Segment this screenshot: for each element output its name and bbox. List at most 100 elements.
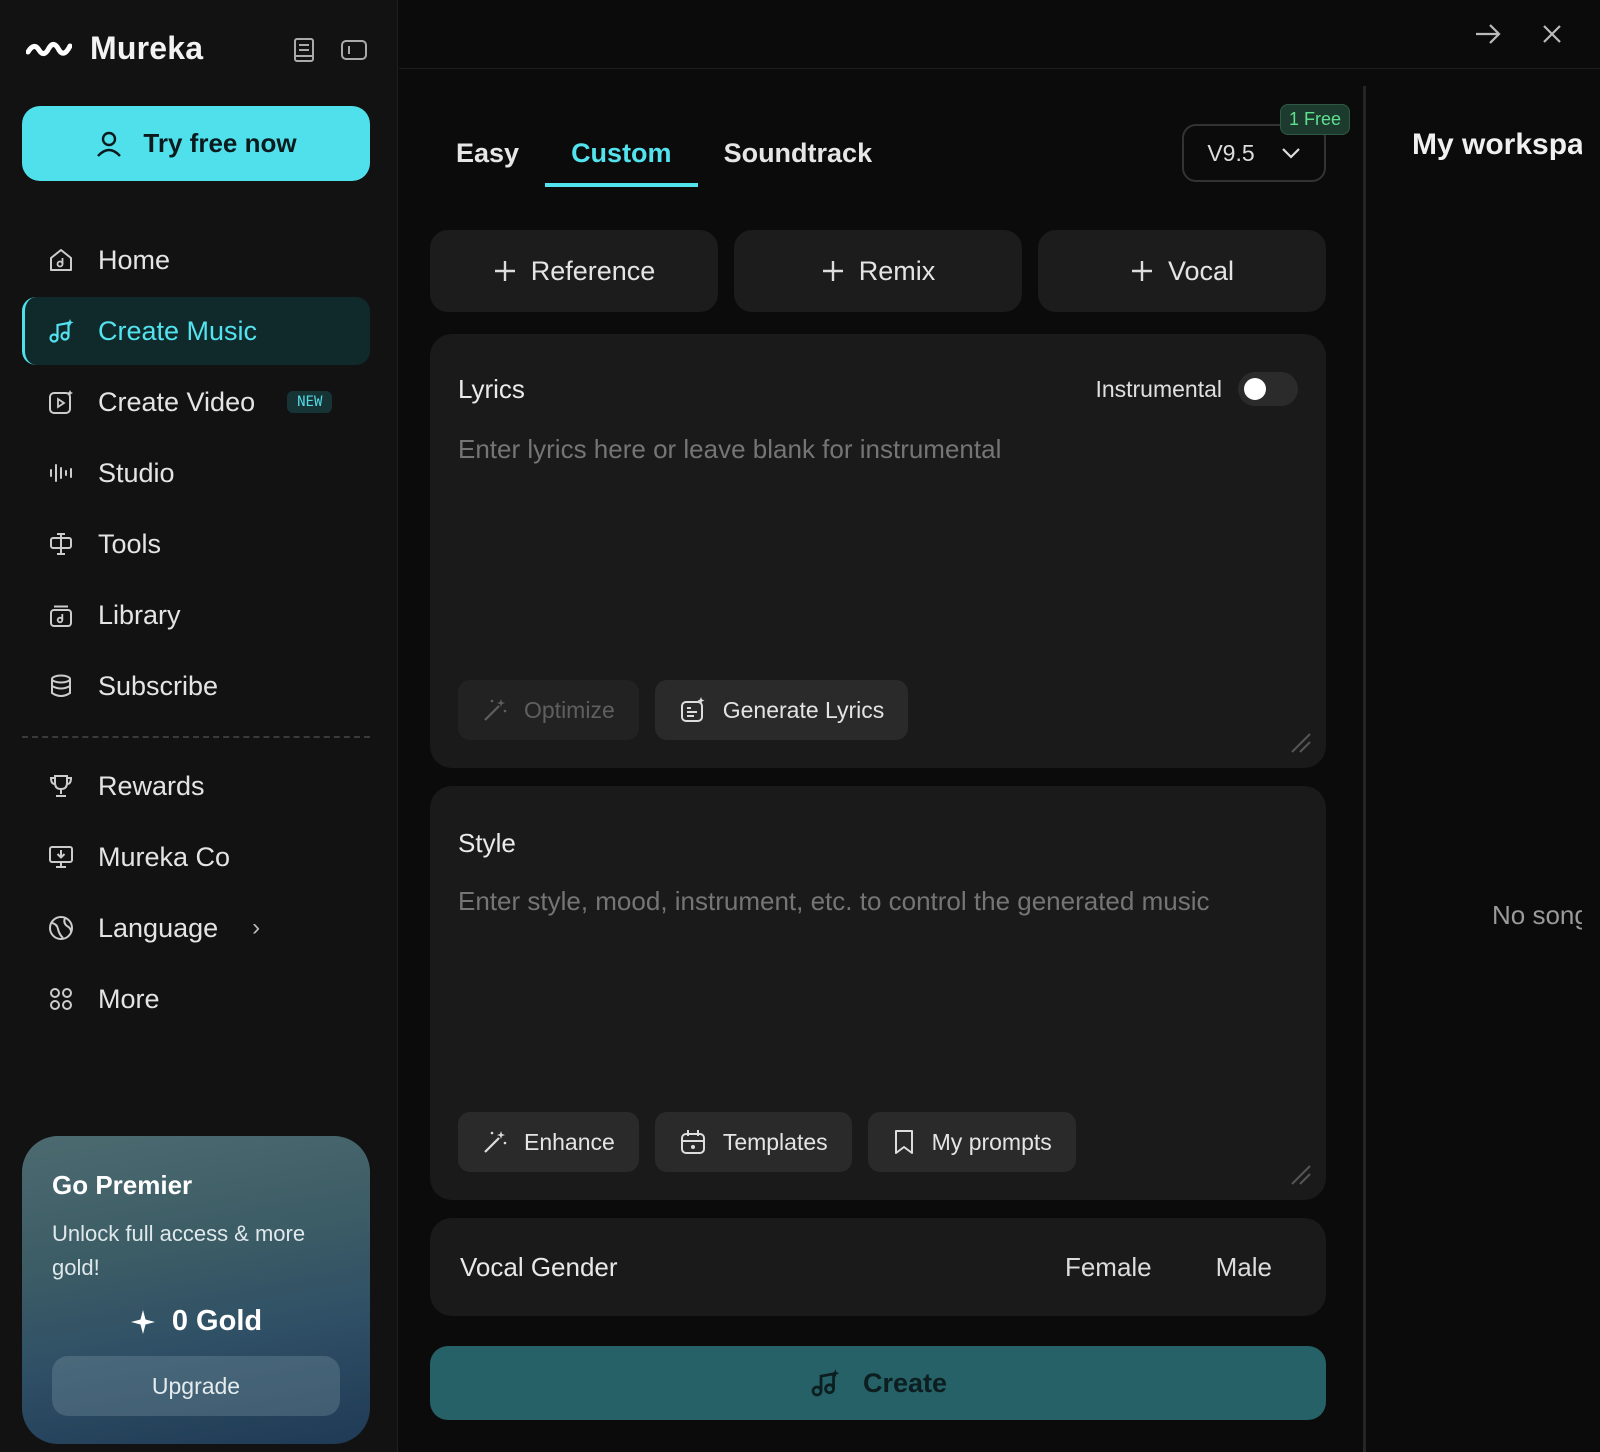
sidebar-item-label: Create Music	[98, 315, 258, 346]
gold-amount: 0 Gold	[171, 1305, 263, 1337]
tab-easy[interactable]: Easy	[430, 130, 545, 187]
lyrics-sparkle-icon	[679, 696, 707, 724]
enhance-label: Enhance	[524, 1128, 615, 1155]
lyrics-input[interactable]	[458, 434, 1298, 654]
templates-button[interactable]: Templates	[654, 1112, 852, 1172]
home-music-icon	[46, 245, 76, 275]
optimize-button[interactable]: Optimize	[458, 680, 639, 740]
workspace-empty-text: No songs	[1492, 900, 1582, 930]
vocal-gender-title: Vocal Gender	[460, 1252, 618, 1282]
sidebar-item-mureka-co[interactable]: Mureka Co	[22, 823, 370, 891]
logo[interactable]: Mureka	[26, 30, 203, 67]
upgrade-button[interactable]: Upgrade	[52, 1356, 340, 1416]
instrumental-label: Instrumental	[1095, 375, 1222, 402]
lyrics-title: Lyrics	[458, 374, 525, 404]
new-badge: NEW	[287, 391, 333, 413]
waveform-icon	[46, 458, 76, 488]
add-vocal-button[interactable]: Vocal	[1038, 230, 1326, 312]
style-input[interactable]	[458, 886, 1298, 1086]
magic-wand-icon	[482, 697, 508, 723]
sidebar-item-more[interactable]: More	[22, 965, 370, 1033]
version-value: V9.5	[1207, 139, 1255, 166]
generate-lyrics-button[interactable]: Generate Lyrics	[654, 680, 909, 740]
sidebar-nav: Home Create Music Create Video NEW Studi…	[22, 226, 370, 1036]
chevron-right-icon: ›	[252, 914, 261, 941]
chip-label: Reference	[530, 255, 656, 286]
add-chips: Reference Remix Vocal	[430, 230, 1326, 312]
sidebar-item-tools[interactable]: Tools	[22, 510, 370, 578]
sidebar-item-label: Mureka Co	[98, 841, 231, 872]
chip-label: Vocal	[1167, 255, 1235, 286]
plus-icon	[821, 259, 845, 283]
templates-label: Templates	[722, 1128, 828, 1155]
plus-icon	[493, 259, 517, 283]
panel-splitter[interactable]	[1363, 86, 1366, 1452]
sidebar-divider	[22, 736, 370, 738]
trophy-icon	[46, 771, 76, 801]
free-badge: 1 Free	[1280, 104, 1351, 135]
chip-label: Remix	[858, 255, 936, 286]
bookmark-icon	[892, 1128, 916, 1156]
sidebar-item-label: Tools	[98, 528, 162, 559]
templates-icon	[679, 1128, 707, 1156]
coins-icon	[46, 671, 76, 701]
music-sparkle-icon	[809, 1367, 841, 1399]
premier-title: Go Premier	[52, 1170, 193, 1200]
vocal-gender-female[interactable]: Female	[1065, 1252, 1152, 1283]
premier-subtitle: Unlock full access & more gold!	[52, 1221, 306, 1280]
tab-soundtrack[interactable]: Soundtrack	[698, 130, 899, 187]
magic-wand-icon	[482, 1129, 508, 1155]
globe-icon	[46, 913, 76, 943]
book-icon[interactable]	[290, 36, 318, 64]
style-card: Style Enhance Templates My prompts	[430, 786, 1326, 1200]
sparkle-icon	[130, 1309, 156, 1335]
sidebar-item-label: Language	[98, 912, 219, 943]
create-button[interactable]: Create	[430, 1346, 1326, 1420]
optimize-label: Optimize	[524, 696, 615, 723]
gold-balance: 0 Gold	[52, 1305, 340, 1338]
sidebar-item-label: More	[98, 983, 160, 1014]
sidebar-item-studio[interactable]: Studio	[22, 439, 370, 507]
sidebar: Mureka Try free now Home Create Music Cr…	[0, 0, 398, 1452]
sidebar-item-label: Create Video	[98, 386, 256, 417]
instrumental-toggle[interactable]	[1238, 372, 1298, 406]
sidebar-item-label: Home	[98, 244, 171, 275]
grid-icon	[46, 984, 76, 1014]
mode-tabs: Easy Custom Soundtrack	[430, 130, 898, 187]
sidebar-item-label: Library	[98, 599, 181, 630]
generate-lyrics-label: Generate Lyrics	[722, 696, 885, 723]
mureka-logo-icon	[26, 38, 72, 60]
vocal-gender-card: Vocal Gender Female Male	[430, 1218, 1326, 1316]
tab-custom[interactable]: Custom	[545, 130, 698, 187]
add-remix-button[interactable]: Remix	[734, 230, 1022, 312]
try-free-button[interactable]: Try free now	[22, 106, 370, 181]
user-icon	[95, 130, 123, 158]
add-reference-button[interactable]: Reference	[430, 230, 718, 312]
sidebar-item-create-music[interactable]: Create Music	[22, 297, 370, 365]
resize-handle-icon[interactable]	[1288, 1162, 1312, 1186]
tools-icon	[46, 529, 76, 559]
vocal-gender-male[interactable]: Male	[1216, 1252, 1272, 1283]
style-title: Style	[458, 828, 516, 858]
try-free-label: Try free now	[143, 128, 297, 158]
sidebar-item-label: Rewards	[98, 770, 205, 801]
workspace-panel: My workspace No songs	[1368, 0, 1582, 1452]
library-icon	[46, 600, 76, 630]
sidebar-item-library[interactable]: Library	[22, 581, 370, 649]
sidebar-item-home[interactable]: Home	[22, 226, 370, 294]
plus-icon	[1130, 259, 1154, 283]
sidebar-item-subscribe[interactable]: Subscribe	[22, 652, 370, 720]
sidebar-item-rewards[interactable]: Rewards	[22, 752, 370, 820]
my-prompts-label: My prompts	[931, 1128, 1052, 1155]
create-label: Create	[862, 1367, 948, 1398]
enhance-button[interactable]: Enhance	[458, 1112, 639, 1172]
sidebar-item-create-video[interactable]: Create Video NEW	[22, 368, 370, 436]
lyrics-card: Lyrics Instrumental Optimize Generate Ly…	[430, 334, 1326, 768]
monitor-download-icon	[46, 842, 76, 872]
my-prompts-button[interactable]: My prompts	[867, 1112, 1076, 1172]
sidebar-toggle-icon[interactable]	[340, 36, 368, 64]
sidebar-item-language[interactable]: Language ›	[22, 894, 370, 962]
instrumental-control: Instrumental	[1095, 372, 1298, 406]
chevron-down-icon	[1281, 147, 1301, 159]
resize-handle-icon[interactable]	[1288, 730, 1312, 754]
